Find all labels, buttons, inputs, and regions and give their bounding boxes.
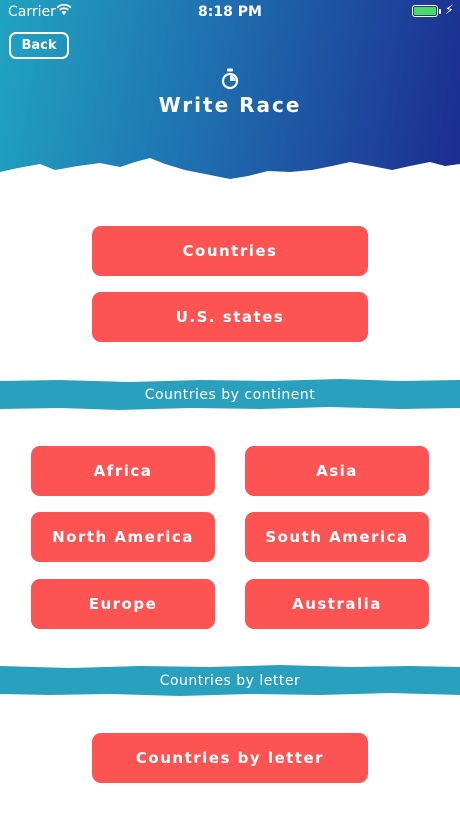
- status-bar: Carrier 8:18 PM ⚡: [0, 0, 460, 24]
- header: Carrier 8:18 PM ⚡ Back Write Race: [0, 0, 460, 200]
- us-states-button[interactable]: U.S. states: [92, 292, 368, 342]
- africa-button[interactable]: Africa: [31, 446, 215, 496]
- battery-icon: [412, 5, 438, 17]
- south-america-button[interactable]: South America: [245, 512, 429, 562]
- back-button[interactable]: Back: [9, 32, 69, 59]
- letter-section-title: Countries by letter: [159, 673, 301, 689]
- europe-button[interactable]: Europe: [31, 579, 215, 629]
- north-america-button[interactable]: North America: [31, 512, 215, 562]
- continent-section-header: Countries by continent: [0, 378, 460, 412]
- asia-button[interactable]: Asia: [245, 446, 429, 496]
- continent-section-title: Countries by continent: [144, 387, 316, 403]
- charging-icon: ⚡: [444, 3, 454, 18]
- stopwatch-icon: [221, 68, 239, 90]
- torn-edge: [0, 158, 460, 200]
- countries-by-letter-button[interactable]: Countries by letter: [92, 733, 368, 783]
- australia-button[interactable]: Australia: [245, 579, 429, 629]
- app-title: Write Race: [158, 93, 302, 117]
- battery-tip: [439, 9, 441, 14]
- clock: 8:18 PM: [198, 4, 262, 20]
- letter-section-header: Countries by letter: [0, 664, 460, 698]
- countries-button[interactable]: Countries: [92, 226, 368, 276]
